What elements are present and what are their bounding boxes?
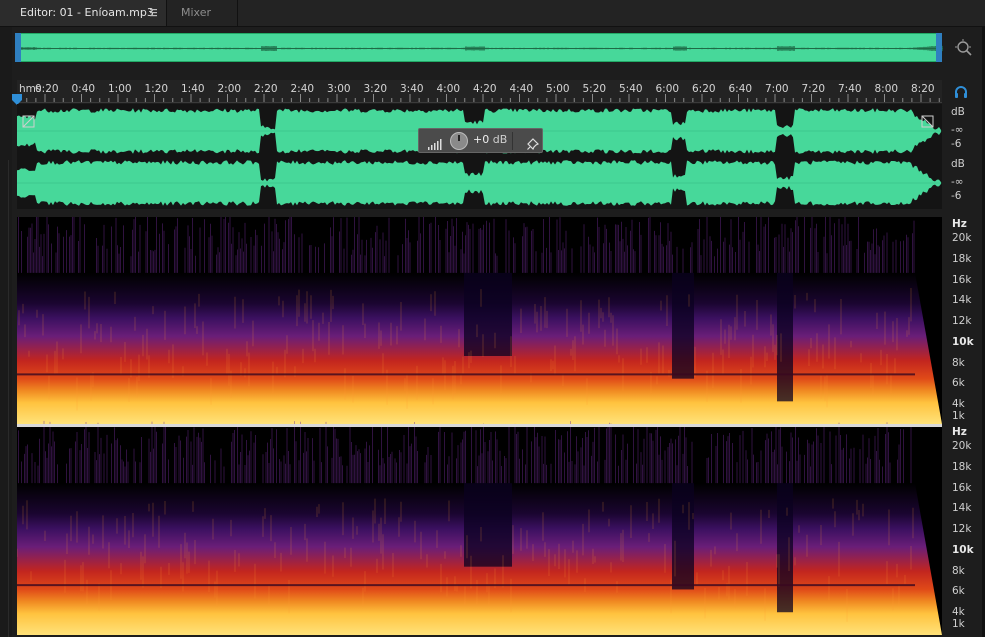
tab-mixer[interactable]: Mixer [166, 0, 238, 26]
hz-label: 1k [952, 618, 965, 630]
panel-divider [8, 160, 9, 637]
panel-left-edge [0, 26, 12, 637]
ruler-label: 1:40 [181, 83, 205, 95]
db-label-inf-bottom: -∞ [951, 176, 964, 188]
db-label-inf-top: -∞ [951, 124, 964, 136]
hz-label: 10k [952, 543, 974, 556]
tab-editor-label: Editor: 01 - Eníoam.mp3 [20, 6, 154, 19]
ruler-label: 7:40 [838, 83, 862, 95]
ruler-label: 7:00 [765, 83, 789, 95]
ruler-label: 6:00 [655, 83, 680, 95]
ruler-label: 3:20 [363, 83, 388, 95]
hud-divider [512, 132, 513, 150]
playhead-marker-icon[interactable] [12, 91, 22, 105]
ruler-label: 0:20 [35, 83, 59, 95]
volume-unit: dB [492, 133, 508, 146]
hz-label: 16k [952, 273, 972, 286]
ruler-label: 3:00 [327, 83, 351, 95]
ruler-label: 8:00 [874, 83, 899, 95]
volume-knob[interactable] [450, 132, 468, 150]
ruler-label: 2:40 [290, 83, 315, 95]
hz-label: 20k [952, 232, 972, 244]
hamburger-menu-icon[interactable] [150, 0, 158, 29]
ruler-label: 8:20 [911, 83, 935, 95]
spectral-display[interactable] [17, 217, 942, 635]
ruler-label: 3:40 [400, 83, 424, 95]
hz-label: Hz [952, 426, 967, 438]
time-ruler[interactable]: hms 0:20 0:40 1:00 1:20 1:40 2:00 2:20 2:40 3:00… [17, 80, 942, 103]
tab-bar: Editor: 01 - Eníoam.mp3 Mixer [0, 0, 985, 27]
overview-left-handle[interactable] [15, 33, 21, 62]
ruler-label: 4:00 [436, 83, 461, 95]
db-label-bottom: dB [951, 158, 965, 170]
ruler-label: 5:40 [619, 83, 643, 95]
hz-label: 14k [952, 502, 972, 515]
splitter-grip-icon[interactable] [504, 212, 528, 227]
overview-right-handle[interactable] [936, 33, 942, 62]
ruler-label: 2:00 [217, 83, 242, 95]
ruler-label: 2:20 [254, 83, 278, 95]
ruler-label: 6:20 [692, 83, 716, 95]
hz-label: 18k [952, 460, 972, 473]
hz-label: 10k [952, 335, 974, 348]
zoom-icon[interactable] [954, 38, 974, 58]
splitter-handle[interactable] [17, 209, 942, 217]
hz-label: 18k [952, 252, 972, 265]
hz-label: 14k [952, 294, 972, 307]
ruler-label: 4:40 [509, 83, 534, 95]
ruler-label: 1:20 [144, 83, 169, 95]
db-label-6-top: -6 [951, 138, 962, 150]
hz-label: 20k [952, 440, 972, 452]
headphones-icon[interactable] [954, 84, 968, 98]
hz-label: 4k [952, 606, 965, 618]
hz-label: 6k [952, 585, 965, 598]
ruler-label: 6:40 [728, 83, 753, 95]
pin-icon[interactable] [527, 135, 540, 151]
db-label-6-bottom: -6 [951, 190, 962, 202]
hz-label: 8k [952, 356, 965, 369]
ruler-label: 5:20 [582, 83, 607, 95]
volume-hud: +0 dB [418, 128, 543, 153]
volume-readout[interactable]: +0 dB [473, 133, 507, 146]
hz-label: 8k [952, 564, 965, 577]
volume-bars-icon [428, 135, 444, 150]
hz-label: Hz [952, 218, 967, 230]
ruler-label: 4:20 [473, 83, 497, 95]
hz-label: 6k [952, 377, 965, 390]
waveform-overview[interactable] [17, 33, 943, 62]
ruler-label: 5:00 [546, 83, 570, 95]
tab-mixer-label: Mixer [181, 6, 212, 19]
ruler-label: 1:00 [108, 83, 132, 95]
ruler-label: 0:40 [71, 83, 96, 95]
hz-label: 1k [952, 410, 965, 422]
hz-label: 12k [952, 523, 972, 535]
volume-value: +0 [473, 133, 490, 146]
tab-editor[interactable]: Editor: 01 - Eníoam.mp3 [0, 0, 166, 26]
hz-label: 16k [952, 481, 972, 494]
db-label-top: dB [951, 106, 965, 118]
hz-label: 4k [952, 398, 965, 410]
ruler-label: 7:20 [801, 83, 826, 95]
waveform-display[interactable] [17, 104, 942, 209]
hz-label: 12k [952, 315, 972, 327]
